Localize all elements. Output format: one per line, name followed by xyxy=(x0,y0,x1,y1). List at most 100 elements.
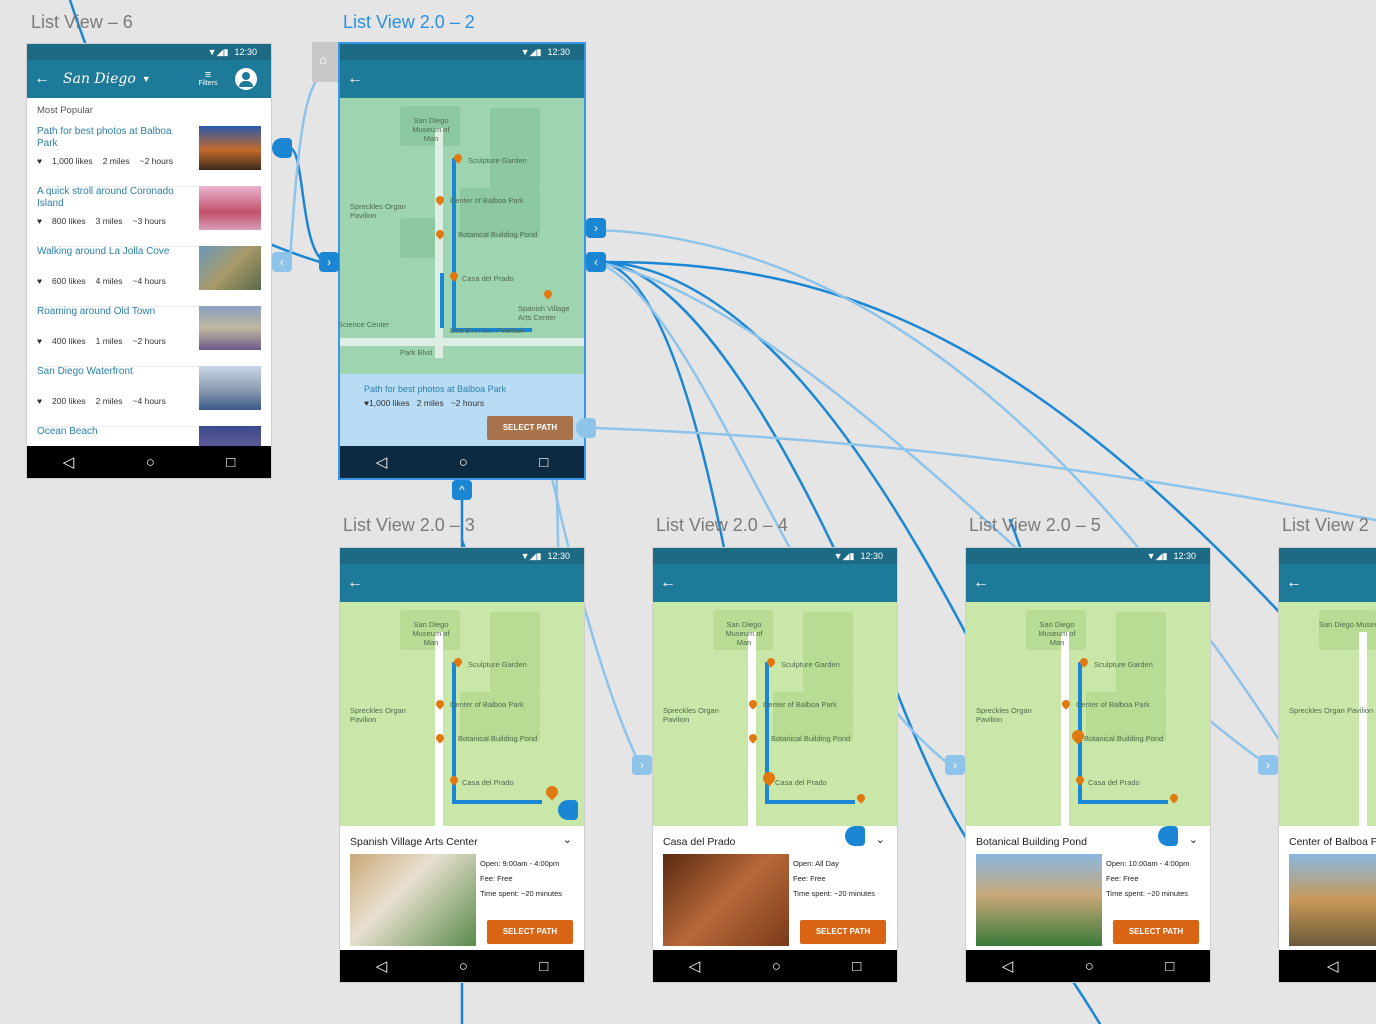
heart-icon: ♥ xyxy=(37,276,43,286)
list-item[interactable]: Walking around La Jolla Cove ♥ 600 likes 4… xyxy=(37,246,262,307)
wifi-icon: ▼◢▮ xyxy=(520,550,542,561)
nav-back-icon[interactable]: ◁ xyxy=(1002,957,1014,975)
nav-home-icon[interactable]: ○ xyxy=(146,454,155,471)
photo-casa-del-prado xyxy=(663,854,789,946)
home-flow-marker[interactable]: ⌂ xyxy=(312,42,338,82)
filter-icon: ≡ xyxy=(204,69,212,81)
map-view[interactable]: San Diego Museum of Man Sculpture Garden… xyxy=(966,602,1210,828)
dropdown-caret-icon[interactable]: ▼ xyxy=(142,74,151,84)
nav-bar: ◁ ○ □ xyxy=(27,446,271,478)
wifi-icon: ▼◢▮ xyxy=(207,46,229,57)
nav-bar: ◁ ○ □ xyxy=(340,950,584,982)
status-bar: ▼◢▮ 12:30 xyxy=(966,548,1210,564)
status-bar xyxy=(1279,548,1376,564)
artboard-list-view-2-0-4[interactable]: ▼◢▮ 12:30 ← San Diego Museum of Man Sculp… xyxy=(653,548,897,982)
list-item[interactable]: San Diego Waterfront ♥ 200 likes 2 miles ~4… xyxy=(37,366,262,427)
photo-la-jolla xyxy=(199,246,261,290)
select-path-button[interactable]: SELECT PATH xyxy=(487,920,573,944)
filters-button[interactable]: ≡ Filters xyxy=(195,69,221,88)
back-arrow-icon[interactable]: ← xyxy=(653,574,683,592)
app-bar: ← San Diego ▼ ≡ Filters xyxy=(27,60,271,98)
map-view[interactable]: San Diego Museum of Man Spreckles Organ … xyxy=(1279,602,1376,828)
map-view[interactable]: San Diego Museum of Man Sculpture Garden… xyxy=(340,602,584,828)
nav-home-icon[interactable]: ○ xyxy=(772,958,781,975)
wire-handle-left[interactable]: ‹ xyxy=(272,252,292,272)
artboard-title-list-view-2-0-2[interactable]: List View 2.0 – 2 xyxy=(343,12,475,33)
select-path-button[interactable]: SELECT PATH xyxy=(487,416,573,440)
photo-spanish-village xyxy=(350,854,476,946)
account-avatar-icon[interactable] xyxy=(235,68,257,90)
wire-handle-right[interactable]: › xyxy=(945,755,965,775)
wifi-icon: ▼◢▮ xyxy=(833,550,855,561)
nav-back-icon[interactable]: ◁ xyxy=(376,453,388,471)
nav-bar: ◁ ○ □ xyxy=(340,446,584,478)
status-bar: ▼◢▮ 12:30 xyxy=(653,548,897,564)
list-item[interactable]: Roaming around Old Town ♥ 400 likes 1 mile… xyxy=(37,306,262,367)
map-view[interactable]: San Diego Museum of Man Sculpture Garden… xyxy=(340,98,584,374)
wire-handle-right[interactable]: › xyxy=(1258,755,1278,775)
app-bar: ← xyxy=(340,60,584,98)
select-path-button[interactable]: SELECT PATH xyxy=(800,920,886,944)
wire-handle-up[interactable]: ^ xyxy=(452,480,472,500)
wire-connector[interactable] xyxy=(845,826,865,846)
heart-icon: ♥ xyxy=(37,336,43,346)
status-bar: ▼◢▮ 12:30 xyxy=(340,44,584,60)
place-detail-card[interactable]: Center of Balboa P xyxy=(1279,826,1376,950)
nav-recents-icon[interactable]: □ xyxy=(539,454,548,471)
chevron-down-icon[interactable]: ⌄ xyxy=(876,833,885,846)
artboard-title-list-view-2-0-5[interactable]: List View 2.0 – 5 xyxy=(969,515,1101,536)
back-arrow-icon[interactable]: ← xyxy=(1279,574,1309,592)
back-arrow-icon[interactable]: ← xyxy=(27,70,57,88)
heart-icon: ♥ xyxy=(37,396,43,406)
wire-handle-right[interactable]: › xyxy=(319,252,339,272)
nav-recents-icon[interactable]: □ xyxy=(539,958,548,975)
nav-back-icon[interactable]: ◁ xyxy=(1327,957,1339,975)
artboard-title-list-view-2-0-4[interactable]: List View 2.0 – 4 xyxy=(656,515,788,536)
back-arrow-icon[interactable]: ← xyxy=(966,574,996,592)
wire-connector[interactable] xyxy=(558,800,578,820)
nav-recents-icon[interactable]: □ xyxy=(226,454,235,471)
wire-connector[interactable] xyxy=(576,418,596,438)
nav-bar: ◁ ○ □ xyxy=(966,950,1210,982)
path-summary-card[interactable]: Path for best photos at Balboa Park ♥1,0… xyxy=(340,374,584,446)
list-item[interactable]: Path for best photos at Balboa Park ♥ 1,0… xyxy=(37,126,262,187)
artboard-title-list-view-6[interactable]: List View – 6 xyxy=(31,12,133,33)
nav-recents-icon[interactable]: □ xyxy=(852,958,861,975)
wire-handle-right[interactable]: › xyxy=(586,218,606,238)
status-bar: ▼◢▮ 12:30 xyxy=(340,548,584,564)
photo-waterfront xyxy=(199,366,261,410)
nav-back-icon[interactable]: ◁ xyxy=(63,453,75,471)
artboard-title-list-view-2-0-6[interactable]: List View 2 xyxy=(1282,515,1369,536)
artboard-list-view-2-0-3[interactable]: ▼◢▮ 12:30 ← San Diego Museum of Man Sculp… xyxy=(340,548,584,982)
artboard-list-view-6[interactable]: ▼◢▮ 12:30 ← San Diego ▼ ≡ Filters Most P… xyxy=(27,44,271,478)
app-bar: ← xyxy=(340,564,584,602)
nav-home-icon[interactable]: ○ xyxy=(459,454,468,471)
artboard-list-view-2-0-5[interactable]: ▼◢▮ 12:30 ← San Diego Museum of Man Sculp… xyxy=(966,548,1210,982)
back-arrow-icon[interactable]: ← xyxy=(340,574,370,592)
artboard-title-list-view-2-0-3[interactable]: List View 2.0 – 3 xyxy=(343,515,475,536)
wire-connector[interactable] xyxy=(1158,826,1178,846)
nav-back-icon[interactable]: ◁ xyxy=(376,957,388,975)
nav-home-icon[interactable]: ○ xyxy=(1085,958,1094,975)
city-selector[interactable]: San Diego xyxy=(63,71,136,87)
app-bar: ← xyxy=(653,564,897,602)
map-view[interactable]: San Diego Museum of Man Sculpture Garden… xyxy=(653,602,897,828)
chevron-down-icon[interactable]: ⌄ xyxy=(1189,833,1198,846)
photo-coronado xyxy=(199,186,261,230)
select-path-button[interactable]: SELECT PATH xyxy=(1113,920,1199,944)
wifi-icon: ▼◢▮ xyxy=(1146,550,1168,561)
place-detail-card[interactable]: Spanish Village Arts Center ⌄ Open: 9:00… xyxy=(340,826,584,950)
section-heading: Most Popular xyxy=(37,105,93,116)
wire-handle-left[interactable]: ‹ xyxy=(586,252,606,272)
chevron-down-icon[interactable]: ⌄ xyxy=(563,833,572,846)
wire-connector[interactable] xyxy=(272,138,292,158)
nav-home-icon[interactable]: ○ xyxy=(459,958,468,975)
back-arrow-icon[interactable]: ← xyxy=(340,70,370,88)
nav-back-icon[interactable]: ◁ xyxy=(689,957,701,975)
heart-icon: ♥ xyxy=(37,216,43,226)
artboard-list-view-2-0-2[interactable]: ▼◢▮ 12:30 ← San Diego Museum of Man Sculp… xyxy=(340,44,584,478)
nav-recents-icon[interactable]: □ xyxy=(1165,958,1174,975)
wire-handle-right[interactable]: › xyxy=(632,755,652,775)
list-item[interactable]: A quick stroll around Coronado Island ♥ 8… xyxy=(37,186,262,247)
artboard-list-view-2-0-6[interactable]: ← San Diego Museum of Man Spreckles Orga… xyxy=(1279,548,1376,982)
